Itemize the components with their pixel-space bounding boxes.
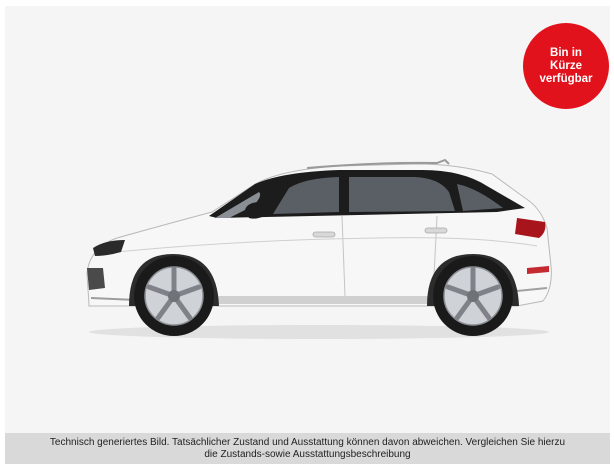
badge-line-3: verfügbar	[539, 72, 593, 85]
image-disclaimer: Technisch generiertes Bild. Tatsächliche…	[5, 433, 610, 464]
badge-line-1: Bin in	[550, 46, 582, 59]
badge-line-2: Kürze	[550, 59, 582, 72]
door-handle-rear	[424, 227, 448, 234]
car-side-image	[86, 158, 552, 339]
door-handle-front	[312, 231, 336, 238]
disclaimer-line-2: die Zustands-sowie Ausstattungsbeschreib…	[204, 449, 411, 460]
vehicle-image-panel: Bin in Kürze verfügbar Technisch generie…	[5, 6, 610, 464]
availability-badge: Bin in Kürze verfügbar	[523, 23, 609, 109]
front-grille	[87, 268, 105, 290]
front-wheel	[134, 256, 214, 336]
disclaimer-line-1: Technisch generiertes Bild. Tatsächliche…	[49, 437, 566, 448]
side-sill	[197, 296, 457, 304]
rear-wheel	[433, 256, 513, 336]
